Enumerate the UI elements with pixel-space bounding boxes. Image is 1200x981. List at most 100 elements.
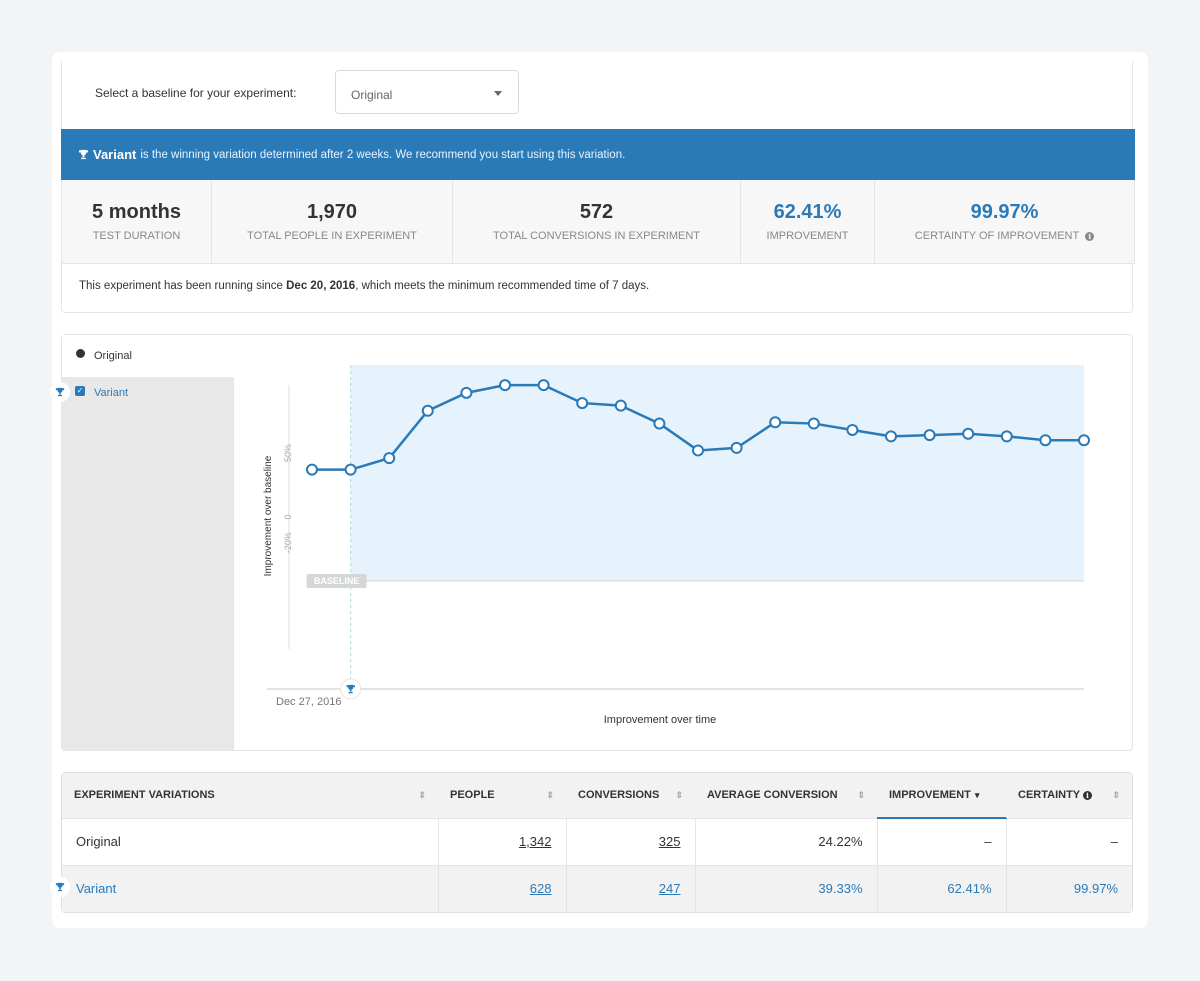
data-point[interactable] bbox=[383, 452, 396, 465]
col-label: CONVERSIONS bbox=[578, 789, 660, 802]
data-point[interactable] bbox=[1039, 434, 1052, 447]
col-average-conversion[interactable]: AVERAGE CONVERSION ⇕ bbox=[695, 773, 877, 819]
caret-down-icon bbox=[494, 91, 502, 96]
trophy-icon bbox=[78, 149, 89, 160]
data-point[interactable] bbox=[460, 386, 473, 399]
table-header-row: EXPERIMENT VARIATIONS ⇕ PEOPLE ⇕ CONVERSIO… bbox=[62, 773, 1132, 819]
y-tick-label: 0 bbox=[283, 514, 293, 519]
cell-name: Original bbox=[62, 818, 439, 866]
col-label: CERTAINTY bbox=[1018, 789, 1080, 802]
legend-winner-badge bbox=[50, 382, 70, 402]
baseline-row: Select a baseline for your experiment: O… bbox=[62, 61, 1132, 129]
stat-value: 5 months bbox=[92, 201, 181, 223]
y-tick-label: -20% bbox=[283, 532, 293, 553]
stat-value: 62.41% bbox=[773, 201, 842, 223]
running-note: This experiment has been running since D… bbox=[79, 280, 649, 292]
cell-avg-conversion: 39.33% bbox=[695, 865, 878, 912]
stat-value: 99.97% bbox=[970, 201, 1039, 223]
data-point[interactable] bbox=[614, 399, 627, 412]
baseline-tag-text: BASELINE bbox=[314, 576, 360, 586]
data-point[interactable] bbox=[653, 417, 666, 430]
cell-improvement: – bbox=[877, 818, 1007, 866]
data-point[interactable] bbox=[962, 427, 975, 440]
data-point[interactable] bbox=[499, 379, 511, 392]
stat-improvement: 62.41% IMPROVEMENT bbox=[741, 180, 875, 263]
trophy-icon bbox=[55, 882, 65, 892]
cell-certainty: – bbox=[1006, 818, 1132, 866]
cell-people: 1,342 bbox=[438, 818, 567, 866]
data-point[interactable] bbox=[730, 441, 743, 454]
cell-conversions: 325 bbox=[566, 818, 696, 866]
shaded-region bbox=[350, 365, 1085, 581]
col-improvement[interactable]: IMPROVEMENT ▾ bbox=[877, 773, 1006, 819]
col-experiment-variations[interactable]: EXPERIMENT VARIATIONS ⇕ bbox=[62, 773, 438, 819]
data-point[interactable] bbox=[537, 379, 550, 392]
conversions-link[interactable]: 247 bbox=[659, 881, 681, 896]
cell-conversions: 247 bbox=[566, 865, 696, 912]
col-label: AVERAGE CONVERSION bbox=[707, 789, 838, 802]
stat-value: 1,970 bbox=[306, 201, 358, 223]
y-tick-label: 50% bbox=[283, 444, 293, 462]
trophy-icon bbox=[55, 387, 65, 397]
sort-icon: ⇕ bbox=[857, 790, 865, 800]
col-people[interactable]: PEOPLE ⇕ bbox=[438, 773, 566, 819]
cell-name: Variant bbox=[62, 865, 439, 912]
data-point[interactable] bbox=[306, 463, 318, 476]
data-point[interactable] bbox=[344, 463, 357, 476]
table-row: Variant 628 247 39.33% 62.41% 99.97% bbox=[62, 865, 1132, 912]
stat-total-people: 1,970 TOTAL PEOPLE IN EXPERIMENT bbox=[212, 180, 453, 263]
y-ticks: 50% 0 -20% bbox=[283, 444, 293, 553]
x-tick-label: Dec 27, 2016 bbox=[276, 696, 341, 708]
x-axis-label: Improvement over time bbox=[604, 714, 716, 726]
variations-table: EXPERIMENT VARIATIONS ⇕ PEOPLE ⇕ CONVERSIO… bbox=[62, 773, 1132, 912]
data-point[interactable] bbox=[923, 429, 936, 442]
stat-certainty: 99.97% CERTAINTY OF IMPROVEMENT i bbox=[875, 180, 1134, 263]
winner-name: Variant bbox=[93, 147, 137, 162]
experiment-summary: Select a baseline for your experiment: O… bbox=[61, 61, 1135, 313]
stat-label-wrap: CERTAINTY OF IMPROVEMENT i bbox=[914, 230, 1095, 242]
baseline-select[interactable]: Original bbox=[335, 70, 519, 114]
data-point[interactable] bbox=[846, 423, 859, 436]
people-link[interactable]: 628 bbox=[530, 881, 552, 896]
stat-label: TOTAL CONVERSIONS IN EXPERIMENT bbox=[493, 230, 700, 242]
data-point[interactable] bbox=[576, 397, 589, 410]
table-row: Original 1,342 325 24.22% – – bbox=[62, 818, 1132, 866]
table-winner-badge bbox=[50, 877, 70, 897]
chart-card: Original ✓ Variant 50% 0 -20% Improvement … bbox=[61, 334, 1133, 751]
info-icon[interactable]: i bbox=[1083, 791, 1092, 801]
data-point[interactable] bbox=[807, 417, 820, 430]
data-point[interactable] bbox=[885, 430, 897, 443]
cell-avg-conversion: 24.22% bbox=[695, 818, 878, 866]
stat-label: CERTAINTY OF IMPROVEMENT bbox=[914, 230, 1080, 242]
running-note-date: Dec 20, 2016 bbox=[286, 280, 356, 292]
stat-total-conversions: 572 TOTAL CONVERSIONS IN EXPERIMENT bbox=[453, 180, 741, 263]
data-point[interactable] bbox=[1000, 430, 1013, 443]
conversions-link[interactable]: 325 bbox=[659, 834, 681, 849]
winner-banner: Variant is the winning variation determi… bbox=[61, 129, 1135, 180]
col-label: IMPROVEMENT bbox=[889, 789, 971, 801]
baseline-label: Select a baseline for your experiment: bbox=[95, 86, 297, 100]
banner-message: is the winning variation determined afte… bbox=[140, 148, 626, 161]
sort-icon: ⇕ bbox=[1112, 790, 1120, 800]
baseline-select-value: Original bbox=[351, 88, 393, 102]
data-point[interactable] bbox=[769, 416, 782, 429]
stat-test-duration: 5 months TEST DURATION bbox=[62, 180, 212, 263]
sort-desc-icon: ▾ bbox=[974, 790, 980, 800]
data-point[interactable] bbox=[421, 404, 434, 417]
people-link[interactable]: 1,342 bbox=[519, 834, 552, 849]
data-point[interactable] bbox=[692, 444, 704, 457]
sort-icon: ⇕ bbox=[418, 790, 426, 800]
running-note-suffix: , which meets the minimum recommended ti… bbox=[355, 280, 650, 292]
cell-certainty: 99.97% bbox=[1006, 865, 1132, 912]
data-point[interactable] bbox=[1078, 434, 1090, 447]
col-conversions[interactable]: CONVERSIONS ⇕ bbox=[566, 773, 695, 819]
col-certainty[interactable]: CERTAINTY i ⇕ bbox=[1006, 773, 1132, 819]
info-icon[interactable]: i bbox=[1085, 231, 1095, 241]
baseline-tag: BASELINE bbox=[306, 574, 367, 588]
stat-label: TEST DURATION bbox=[92, 230, 181, 242]
variations-table-card: EXPERIMENT VARIATIONS ⇕ PEOPLE ⇕ CONVERSIO… bbox=[61, 772, 1133, 913]
sort-icon: ⇕ bbox=[675, 790, 683, 800]
winner-marker[interactable] bbox=[340, 678, 362, 700]
sort-icon: ⇕ bbox=[546, 790, 554, 800]
stat-value: 572 bbox=[579, 201, 614, 223]
